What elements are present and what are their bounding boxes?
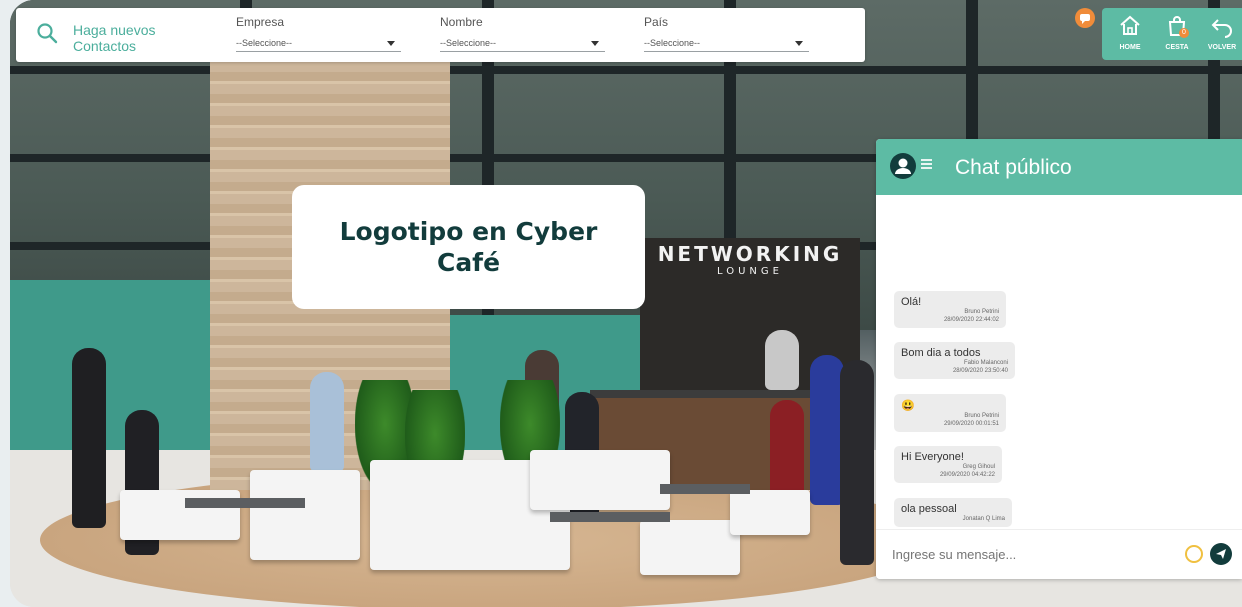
message-text: 😃 <box>901 400 915 412</box>
emoji-icon[interactable] <box>1185 545 1203 563</box>
select-value: --Seleccione-- <box>440 38 497 48</box>
cart-label: CESTA <box>1165 44 1189 51</box>
chat-notification-icon[interactable] <box>1075 8 1095 28</box>
sofa <box>640 520 740 575</box>
logo-placeholder-text: Logotipo en Cyber Café <box>339 217 598 277</box>
empresa-select[interactable]: --Seleccione-- <box>236 34 401 52</box>
top-nav: HOME 0 CESTA VOLVER <box>1102 8 1242 60</box>
caret-down-icon <box>591 41 599 46</box>
search-icon[interactable] <box>36 22 58 44</box>
public-chat-panel: Chat público Olá! Bruno Petrini 28/09/20… <box>876 139 1242 579</box>
back-button[interactable]: VOLVER <box>1202 14 1242 51</box>
select-value: --Seleccione-- <box>236 38 293 48</box>
search-heading-line2: Contactos <box>73 38 137 54</box>
search-heading-line1: Haga nuevos <box>73 22 156 38</box>
cart-button[interactable]: 0 CESTA <box>1157 14 1197 51</box>
message-author: Greg Gihoul <box>962 464 995 470</box>
filter-label: País <box>644 15 669 29</box>
message-time: 29/09/2020 00:01:51 <box>943 421 999 427</box>
send-button[interactable] <box>1210 543 1232 565</box>
home-icon <box>1120 15 1140 35</box>
coffee-table <box>550 512 670 522</box>
filter-nombre: Nombre --Seleccione-- <box>440 15 605 52</box>
message-text: Bom dia a todos <box>901 347 981 359</box>
person-figure <box>765 330 799 390</box>
coffee-table <box>185 498 305 508</box>
sign-title: NETWORKING <box>657 242 843 266</box>
message-text: ola pessoal <box>901 503 957 515</box>
message-time: 29/09/2020 04:42:22 <box>939 472 995 478</box>
sofa <box>730 490 810 535</box>
chat-message-input[interactable] <box>892 542 1172 566</box>
chat-header: Chat público <box>876 139 1242 195</box>
message-author: Bruno Petrini <box>964 413 999 419</box>
back-label: VOLVER <box>1207 44 1237 51</box>
green-wall <box>10 280 210 450</box>
caret-down-icon <box>387 41 395 46</box>
user-avatar-icon[interactable] <box>890 153 916 179</box>
search-heading: Haga nuevos Contactos <box>73 22 156 54</box>
message-author: Jonatan Q Lima <box>962 516 1005 522</box>
person-figure <box>72 348 106 528</box>
chat-message: Bom dia a todos Fabio Malanconi 28/09/20… <box>894 342 1015 379</box>
send-icon <box>1216 549 1226 559</box>
message-time: 28/09/2020 22:44:02 <box>943 317 999 323</box>
person-figure <box>840 360 874 565</box>
filter-empresa: Empresa --Seleccione-- <box>236 15 401 52</box>
chat-input-bar <box>876 529 1242 579</box>
person-figure <box>810 355 844 505</box>
cart-count-badge: 0 <box>1179 28 1189 38</box>
networking-lounge-sign: NETWORKING LOUNGE <box>640 242 860 277</box>
person-figure <box>310 372 344 472</box>
message-time: 28/09/2020 23:50:40 <box>952 368 1008 374</box>
chat-message: 😃 Bruno Petrini 29/09/2020 00:01:51 <box>894 394 1006 432</box>
nombre-select[interactable]: --Seleccione-- <box>440 34 605 52</box>
logo-placeholder[interactable]: Logotipo en Cyber Café <box>292 185 645 309</box>
filter-label: Nombre <box>440 15 483 29</box>
chat-messages: Olá! Bruno Petrini 28/09/2020 22:44:02 B… <box>876 195 1242 529</box>
filter-pais: País --Seleccione-- <box>644 15 809 52</box>
message-text: Hi Everyone! <box>901 451 964 463</box>
chat-message: Olá! Bruno Petrini 28/09/2020 22:44:02 <box>894 291 1006 328</box>
menu-icon[interactable] <box>921 159 932 169</box>
message-author: Fabio Malanconi <box>963 360 1008 366</box>
message-author: Bruno Petrini <box>964 309 999 315</box>
pais-select[interactable]: --Seleccione-- <box>644 34 809 52</box>
home-label: HOME <box>1119 44 1141 51</box>
caret-down-icon <box>795 41 803 46</box>
sofa <box>530 450 670 510</box>
chat-message: ola pessoal Jonatan Q Lima <box>894 498 1012 527</box>
coffee-table <box>660 484 750 494</box>
filter-label: Empresa <box>236 15 285 29</box>
back-arrow-icon <box>1211 19 1232 38</box>
contact-search-bar: Haga nuevos Contactos Empresa --Seleccio… <box>16 8 865 62</box>
select-value: --Seleccione-- <box>644 38 701 48</box>
home-button[interactable]: HOME <box>1110 14 1150 51</box>
sign-subtitle: LOUNGE <box>717 266 783 277</box>
chat-message: Hi Everyone! Greg Gihoul 29/09/2020 04:4… <box>894 446 1002 483</box>
message-text: Olá! <box>901 296 922 308</box>
sofa <box>250 470 360 560</box>
chat-title: Chat público <box>955 156 1072 179</box>
